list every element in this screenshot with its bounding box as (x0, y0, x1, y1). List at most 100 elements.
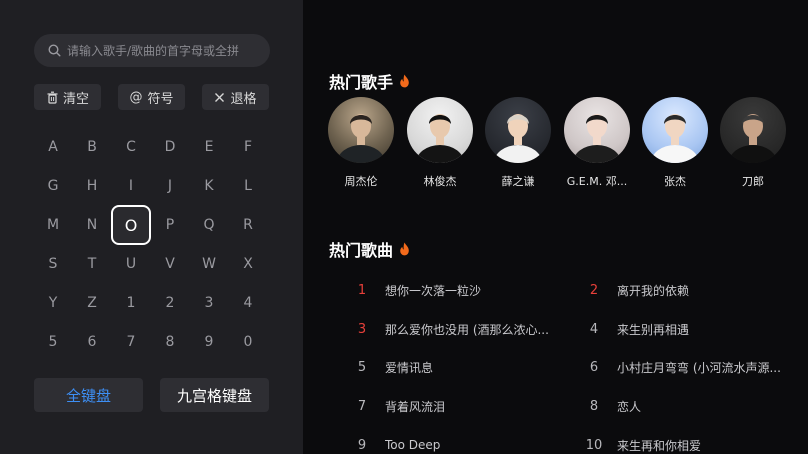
fire-icon (400, 74, 409, 88)
key-q[interactable]: Q (189, 205, 229, 245)
key-3[interactable]: 3 (189, 283, 229, 323)
song-item[interactable]: 10 来生再和你相爱 (580, 435, 806, 454)
song-item[interactable]: 5 爱情讯息 (348, 357, 570, 377)
key-m[interactable]: M (33, 205, 73, 245)
song-rank: 8 (589, 398, 599, 414)
hot-songs-heading: 热门歌曲 (329, 241, 394, 260)
symbol-button[interactable]: @ 符号 (118, 84, 185, 110)
key-f[interactable]: F (228, 127, 268, 167)
key-2[interactable]: 2 (150, 283, 190, 323)
hot-singers-title: 热门歌手 (329, 69, 410, 93)
song-rank: 4 (589, 321, 599, 337)
search-input[interactable]: 请输入歌手/歌曲的首字母或全拼 (34, 34, 270, 67)
key-9[interactable]: 9 (189, 322, 229, 362)
song-title: 想你一次落一粒沙 (385, 283, 482, 298)
singer-item[interactable]: 薛之谦 (484, 97, 552, 189)
key-c[interactable]: C (111, 127, 151, 167)
search-placeholder: 请输入歌手/歌曲的首字母或全拼 (67, 44, 240, 58)
at-icon: @ (129, 89, 143, 105)
key-6[interactable]: 6 (72, 322, 112, 362)
song-title: 离开我的依赖 (617, 283, 690, 298)
singer-item[interactable]: 刀郎 (719, 97, 787, 189)
singer-avatar (407, 97, 473, 163)
key-4[interactable]: 4 (228, 283, 268, 323)
singer-avatar (485, 97, 551, 163)
key-w[interactable]: W (189, 244, 229, 284)
key-s[interactable]: S (33, 244, 73, 284)
nine-grid-keyboard-label: 九宫格键盘 (176, 386, 252, 405)
song-rank: 3 (357, 321, 367, 337)
song-rank: 9 (357, 437, 367, 453)
trash-icon (47, 91, 58, 104)
song-rank: 6 (589, 359, 599, 375)
key-d[interactable]: D (150, 127, 190, 167)
song-title: 恋人 (617, 399, 642, 414)
song-item[interactable]: 8 恋人 (580, 396, 806, 416)
search-icon (48, 44, 61, 57)
song-item[interactable]: 6 小村庄月弯弯 (小河流水声源... (580, 357, 806, 377)
key-n[interactable]: N (72, 205, 112, 245)
key-a[interactable]: A (33, 127, 73, 167)
key-0[interactable]: 0 (228, 322, 268, 362)
singer-name: 薛之谦 (501, 175, 535, 188)
song-title: 来生别再相遇 (617, 322, 690, 337)
key-g[interactable]: G (33, 166, 73, 206)
full-keyboard-tab[interactable]: 全键盘 (34, 378, 143, 412)
song-item[interactable]: 9 Too Deep (348, 435, 570, 454)
song-title: 那么爱你也没用 (酒那么浓心... (385, 322, 549, 337)
key-y[interactable]: Y (33, 283, 73, 323)
singer-name: 刀郎 (742, 175, 764, 188)
full-keyboard-label: 全键盘 (65, 386, 111, 405)
key-p[interactable]: P (150, 205, 190, 245)
song-rank: 7 (357, 398, 367, 414)
singer-item[interactable]: 周杰伦 (327, 97, 395, 189)
song-title: 小村庄月弯弯 (小河流水声源... (617, 360, 781, 375)
key-u[interactable]: U (111, 244, 151, 284)
singer-avatar (564, 97, 630, 163)
key-v[interactable]: V (150, 244, 190, 284)
song-title: 爱情讯息 (385, 360, 434, 375)
singer-name: 张杰 (664, 175, 686, 188)
key-8[interactable]: 8 (150, 322, 190, 362)
key-7[interactable]: 7 (111, 322, 151, 362)
symbol-label: 符号 (147, 91, 174, 107)
singer-avatar (642, 97, 708, 163)
backspace-button[interactable]: 退格 (202, 84, 269, 110)
clear-button[interactable]: 清空 (34, 84, 101, 110)
song-rank: 2 (589, 282, 599, 298)
song-rank: 1 (357, 282, 367, 298)
song-item[interactable]: 1 想你一次落一粒沙 (348, 280, 570, 300)
singer-item[interactable]: G.E.M. 邓... (563, 97, 631, 189)
key-o[interactable]: O (111, 205, 151, 245)
key-k[interactable]: K (189, 166, 229, 206)
key-e[interactable]: E (189, 127, 229, 167)
singer-avatar (720, 97, 786, 163)
fire-icon (400, 242, 409, 256)
singer-name: 林俊杰 (423, 175, 457, 188)
key-l[interactable]: L (228, 166, 268, 206)
singer-name: G.E.M. 邓... (566, 175, 628, 188)
close-icon (215, 92, 225, 102)
song-item[interactable]: 4 来生别再相遇 (580, 319, 806, 339)
search-panel: 请输入歌手/歌曲的首字母或全拼 清空 @ 符号 退格 ABCDEF GHIJKL M… (0, 0, 303, 454)
singer-item[interactable]: 林俊杰 (406, 97, 474, 189)
singer-avatar (328, 97, 394, 163)
key-x[interactable]: X (228, 244, 268, 284)
key-j[interactable]: J (150, 166, 190, 206)
key-r[interactable]: R (228, 205, 268, 245)
nine-grid-keyboard-tab[interactable]: 九宫格键盘 (160, 378, 269, 412)
key-1[interactable]: 1 (111, 283, 151, 323)
song-title: Too Deep (385, 438, 441, 452)
key-h[interactable]: H (72, 166, 112, 206)
song-rank: 10 (585, 437, 603, 453)
key-b[interactable]: B (72, 127, 112, 167)
song-item[interactable]: 7 背着风流泪 (348, 396, 570, 416)
key-t[interactable]: T (72, 244, 112, 284)
key-i[interactable]: I (111, 166, 151, 206)
key-5[interactable]: 5 (33, 322, 73, 362)
song-item[interactable]: 2 离开我的依赖 (580, 280, 806, 300)
key-z[interactable]: Z (72, 283, 112, 323)
singer-item[interactable]: 张杰 (641, 97, 709, 189)
song-title: 背着风流泪 (385, 399, 446, 414)
song-item[interactable]: 3 那么爱你也没用 (酒那么浓心... (348, 319, 570, 339)
